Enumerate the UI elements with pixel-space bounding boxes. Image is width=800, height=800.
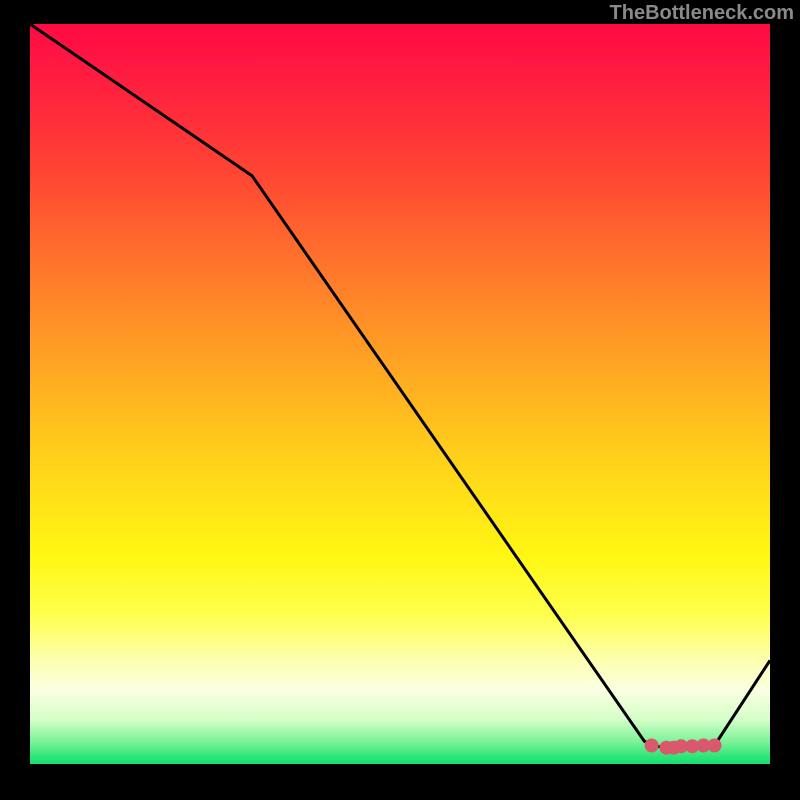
line-series: [30, 24, 770, 748]
plot-area: [30, 24, 770, 764]
chart-svg: [30, 24, 770, 764]
data-point: [645, 739, 659, 753]
curve-path: [30, 24, 770, 748]
watermark-text: TheBottleneck.com: [610, 2, 794, 25]
marker-series: [645, 739, 722, 755]
chart-container: TheBottleneck.com: [0, 0, 800, 800]
data-point: [708, 739, 722, 753]
